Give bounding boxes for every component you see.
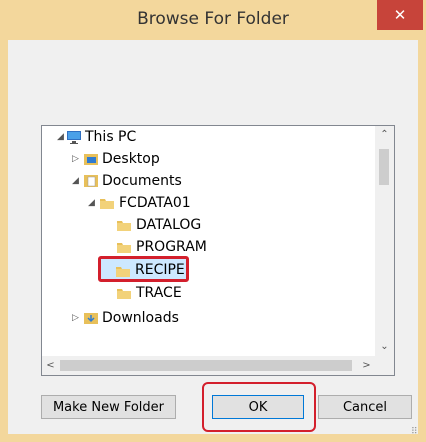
documents-folder-icon xyxy=(84,175,98,187)
close-button[interactable]: ✕ xyxy=(377,0,423,30)
scrollbar-corner xyxy=(375,356,394,375)
folder-icon xyxy=(117,221,131,231)
make-new-folder-button[interactable]: Make New Folder xyxy=(41,395,176,419)
horizontal-scrollbar[interactable]: < > xyxy=(42,356,375,375)
tree-item-trace[interactable]: TRACE xyxy=(42,282,262,304)
desktop-folder-icon xyxy=(84,154,98,165)
scroll-right-arrow-icon[interactable]: > xyxy=(358,356,375,375)
scroll-down-arrow-icon[interactable]: ⌄ xyxy=(375,338,394,355)
folder-icon xyxy=(117,289,131,299)
collapse-arrow-icon[interactable]: ▷ xyxy=(72,307,79,329)
folder-tree[interactable]: ◢ This PC ▷ Desktop ◢ Documents ◢ FCDATA… xyxy=(41,125,395,376)
dialog-title: Browse For Folder xyxy=(137,9,289,29)
scroll-left-arrow-icon[interactable]: < xyxy=(42,356,59,375)
tree-item-fcdata01[interactable]: ◢ FCDATA01 xyxy=(42,192,262,214)
folder-tree-viewport: ◢ This PC ▷ Desktop ◢ Documents ◢ FCDATA… xyxy=(42,126,375,356)
vertical-scrollbar[interactable]: ⌃ ⌄ xyxy=(375,126,394,356)
cancel-button[interactable]: Cancel xyxy=(318,395,412,419)
scroll-up-arrow-icon[interactable]: ⌃ xyxy=(375,126,394,143)
horizontal-scroll-thumb[interactable] xyxy=(60,360,352,371)
downloads-folder-icon xyxy=(84,313,98,324)
tree-item-label: Desktop xyxy=(102,151,160,167)
tree-item-label: Documents xyxy=(102,173,182,189)
title-bar[interactable]: Browse For Folder ✕ xyxy=(0,0,426,40)
vertical-scroll-thumb[interactable] xyxy=(379,149,389,185)
tree-item-label: Downloads xyxy=(102,310,179,326)
folder-icon xyxy=(116,267,130,277)
dialog-body: ◢ This PC ▷ Desktop ◢ Documents ◢ FCDATA… xyxy=(8,40,418,434)
tree-item-recipe[interactable]: RECIPE xyxy=(98,256,189,282)
resize-grip-icon[interactable]: ⠿ xyxy=(411,426,423,438)
tree-item-label: DATALOG xyxy=(136,217,202,233)
tree-item-desktop[interactable]: ▷ Desktop xyxy=(42,148,242,170)
tree-item-this-pc[interactable]: ◢ This PC xyxy=(42,126,242,148)
expand-arrow-icon[interactable]: ◢ xyxy=(88,192,95,214)
browse-for-folder-dialog: Browse For Folder ✕ ◢ This PC ▷ Desktop … xyxy=(0,0,426,442)
tree-item-downloads[interactable]: ▷ Downloads xyxy=(42,307,242,329)
folder-icon xyxy=(100,199,114,209)
tree-item-label: RECIPE xyxy=(135,262,185,278)
ok-button[interactable]: OK xyxy=(212,395,304,419)
tree-item-label: This PC xyxy=(85,129,137,145)
folder-icon xyxy=(117,243,131,253)
tree-item-documents[interactable]: ◢ Documents xyxy=(42,170,242,192)
tree-item-program[interactable]: PROGRAM xyxy=(42,236,262,258)
expand-arrow-icon[interactable]: ◢ xyxy=(57,126,64,148)
tree-item-datalog[interactable]: DATALOG xyxy=(42,214,262,236)
tree-item-label: FCDATA01 xyxy=(119,195,191,211)
tree-item-label: TRACE xyxy=(136,285,182,301)
tree-item-label: PROGRAM xyxy=(136,239,207,255)
collapse-arrow-icon[interactable]: ▷ xyxy=(72,148,79,170)
computer-icon xyxy=(67,131,81,144)
expand-arrow-icon[interactable]: ◢ xyxy=(72,170,79,192)
